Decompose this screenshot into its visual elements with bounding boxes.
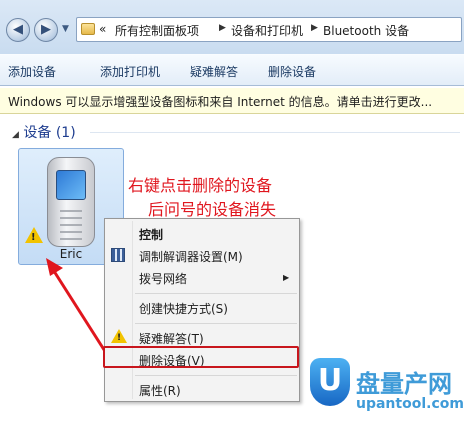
control-panel-icon <box>81 23 95 35</box>
forward-button[interactable]: ▶ <box>34 18 58 42</box>
device-group-header[interactable]: ◢ 设备 (1) <box>12 122 76 142</box>
phone-keypad <box>60 210 82 240</box>
remove-device-highlight <box>103 346 299 368</box>
warning-mark: ! <box>31 232 36 243</box>
breadcrumb-separator-icon[interactable]: ▶ <box>219 23 226 33</box>
menu-item-modem-settings[interactable]: 调制解调器设置(M) <box>139 248 243 265</box>
warning-mark: ! <box>117 333 122 343</box>
recent-pages-dropdown[interactable]: ▼ <box>62 24 69 34</box>
collapse-icon[interactable]: ◢ <box>12 130 19 140</box>
add-device-button[interactable]: 添加设备 <box>8 63 56 80</box>
menu-item-troubleshoot[interactable]: 疑难解答(T) <box>139 330 204 347</box>
menu-item-create-shortcut[interactable]: 创建快捷方式(S) <box>139 300 228 317</box>
annotation-line-1: 右键点击删除的设备 <box>128 176 273 195</box>
submenu-arrow-icon: ▶ <box>283 273 290 282</box>
device-group-title: 设备 (1) <box>23 125 76 141</box>
phone-screen <box>56 170 86 200</box>
annotation-line-2: 后问号的设备消失 <box>148 200 277 219</box>
menu-item-properties[interactable]: 属性(R) <box>139 382 181 399</box>
menu-separator <box>135 323 297 324</box>
command-bar: 添加设备 添加打印机 疑难解答 删除设备 <box>0 54 464 86</box>
remove-device-button[interactable]: 删除设备 <box>268 63 316 80</box>
back-button[interactable]: ◀ <box>6 18 30 42</box>
mobile-phone-icon <box>47 157 95 247</box>
breadcrumb-separator-icon[interactable]: ▶ <box>311 23 318 33</box>
menu-separator <box>135 293 297 294</box>
breadcrumb-devices-printers[interactable]: 设备和打印机 <box>231 22 303 39</box>
upantool-logo: U <box>310 358 350 406</box>
info-bar[interactable]: Windows 可以显示增强型设备图标和来自 Internet 的信息。请单击进… <box>0 88 464 114</box>
breadcrumb-overflow[interactable]: « <box>99 22 106 36</box>
add-printer-button[interactable]: 添加打印机 <box>100 63 160 80</box>
watermark-url: upantool.com <box>356 396 464 412</box>
breadcrumb-all-control-panel[interactable]: 所有控制面板项 <box>115 22 199 39</box>
menu-separator <box>135 375 297 376</box>
menu-gutter <box>132 221 133 399</box>
breadcrumb-bluetooth-devices[interactable]: Bluetooth 设备 <box>323 22 409 39</box>
group-divider <box>90 132 460 133</box>
menu-item-dialup-networking[interactable]: 拨号网络 <box>139 270 187 287</box>
address-bar: ◀ ▶ ▼ « 所有控制面板项 ▶ 设备和打印机 ▶ Bluetooth 设备 <box>0 0 464 54</box>
watermark-title: 盘量产网 <box>356 370 452 398</box>
troubleshoot-button[interactable]: 疑难解答 <box>190 63 238 80</box>
modem-icon <box>111 248 125 262</box>
menu-item-control[interactable]: 控制 <box>139 226 163 243</box>
context-menu: 控制 调制解调器设置(M) 拨号网络 ▶ 创建快捷方式(S) ! 疑难解答(T)… <box>104 218 300 402</box>
address-input[interactable]: « 所有控制面板项 ▶ 设备和打印机 ▶ Bluetooth 设备 <box>76 17 462 42</box>
info-bar-text: Windows 可以显示增强型设备图标和来自 Internet 的信息。请单击进… <box>8 95 433 109</box>
